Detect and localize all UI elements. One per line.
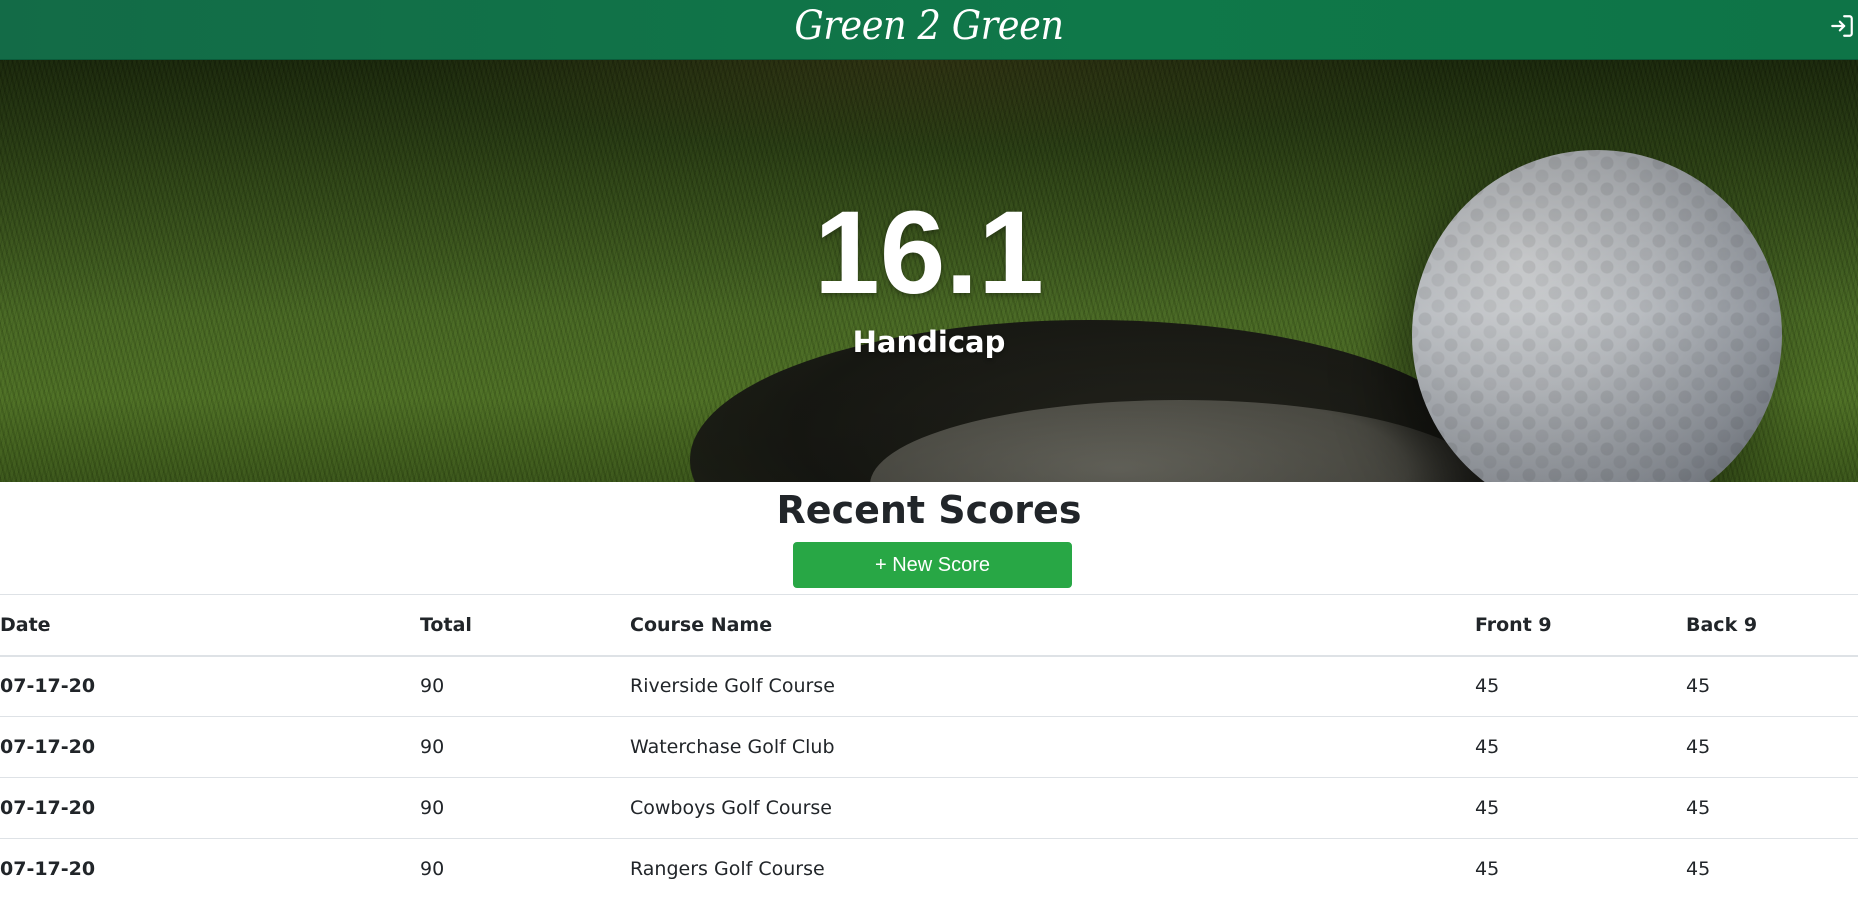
column-header-course[interactable]: Course Name: [630, 594, 1475, 657]
table-row[interactable]: 07-17-20 90 Rangers Golf Course 45 45: [0, 838, 1858, 900]
score-front9: 45: [1475, 655, 1686, 717]
score-date: 07-17-20: [0, 716, 420, 778]
brand-logo[interactable]: Green 2 Green: [74, 0, 1783, 52]
column-header-date[interactable]: Date: [0, 594, 420, 657]
table-header-row: Date Total Course Name Front 9 Back 9: [0, 594, 1858, 657]
score-date: 07-17-20: [0, 838, 420, 900]
score-back9: 45: [1686, 655, 1858, 717]
navbar: Green 2 Green: [0, 0, 1858, 60]
table-row[interactable]: 07-17-20 90 Cowboys Golf Course 45 45: [0, 777, 1858, 839]
score-front9: 45: [1475, 777, 1686, 839]
hero-banner: 16.1 Handicap: [0, 60, 1858, 482]
sign-out-icon[interactable]: [1826, 10, 1858, 42]
column-header-front9[interactable]: Front 9: [1475, 594, 1686, 657]
score-course: Waterchase Golf Club: [630, 716, 1475, 778]
score-total: 90: [420, 716, 630, 778]
score-date: 07-17-20: [0, 777, 420, 839]
new-score-button[interactable]: + New Score: [793, 542, 1072, 588]
score-total: 90: [420, 838, 630, 900]
handicap-value: 16.1: [814, 187, 1044, 319]
score-front9: 45: [1475, 838, 1686, 900]
scores-table: Date Total Course Name Front 9 Back 9 07…: [0, 594, 1858, 900]
score-front9: 45: [1475, 716, 1686, 778]
table-row[interactable]: 07-17-20 90 Waterchase Golf Club 45 45: [0, 716, 1858, 778]
score-course: Cowboys Golf Course: [630, 777, 1475, 839]
score-back9: 45: [1686, 777, 1858, 839]
score-total: 90: [420, 777, 630, 839]
score-back9: 45: [1686, 716, 1858, 778]
score-back9: 45: [1686, 838, 1858, 900]
score-course: Riverside Golf Course: [630, 655, 1475, 717]
score-total: 90: [420, 655, 630, 717]
table-row[interactable]: 07-17-20 90 Riverside Golf Course 45 45: [0, 655, 1858, 717]
recent-scores-title: Recent Scores: [776, 488, 1082, 532]
score-course: Rangers Golf Course: [630, 838, 1475, 900]
handicap-label: Handicap: [852, 325, 1006, 359]
score-date: 07-17-20: [0, 655, 420, 717]
column-header-total[interactable]: Total: [420, 594, 630, 657]
column-header-back9[interactable]: Back 9: [1686, 594, 1858, 657]
